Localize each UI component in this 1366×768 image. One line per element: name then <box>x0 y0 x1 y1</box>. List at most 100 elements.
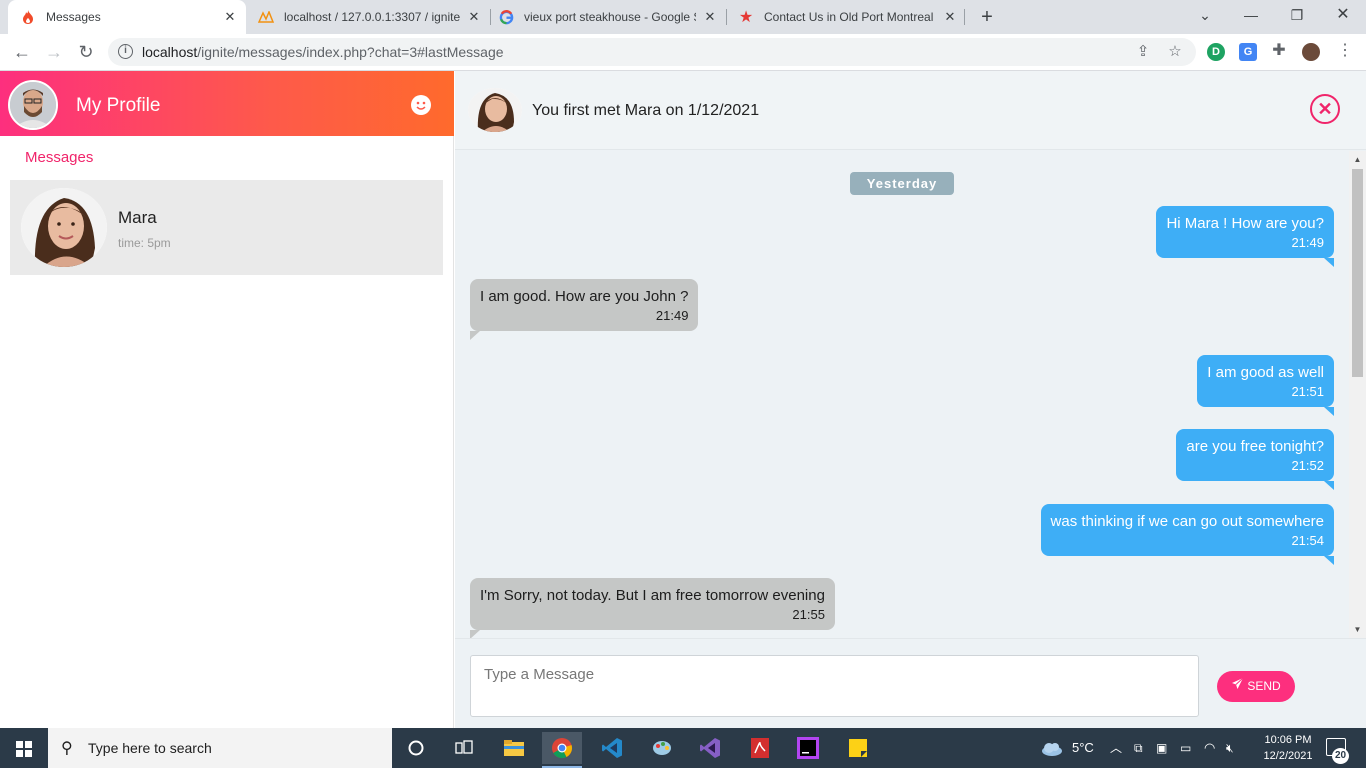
url-text[interactable]: localhost/ignite/messages/index.php?chat… <box>142 44 504 60</box>
show-hidden-icons-chevron-icon[interactable]: ︿ <box>1110 728 1122 768</box>
message-text: I am good as well <box>1207 364 1324 381</box>
tab-title: localhost / 127.0.0.1:3307 / ignite <box>284 10 460 24</box>
back-arrow-icon[interactable]: ← <box>10 40 34 64</box>
battery-icon[interactable]: ▭ <box>1180 728 1191 768</box>
minimize-button[interactable]: — <box>1228 0 1274 30</box>
user-avatar-icon[interactable] <box>1302 43 1320 61</box>
windows-logo-icon <box>16 741 32 757</box>
vscode-icon[interactable] <box>592 732 632 764</box>
chat-header: You first met Mara on 1/12/2021 ✕ <box>455 71 1366 150</box>
tab-search-chevron-icon[interactable]: ⌄ <box>1182 0 1228 30</box>
tab-title: vieux port steakhouse - Google S <box>524 10 696 24</box>
cortana-icon[interactable] <box>396 732 436 764</box>
profile-title[interactable]: My Profile <box>76 95 160 117</box>
google-icon <box>498 9 514 25</box>
chrome-icon[interactable] <box>542 732 582 764</box>
extensions-puzzle-icon[interactable]: ✚ <box>1270 42 1288 60</box>
wifi-icon[interactable]: ◠ <box>1204 728 1215 768</box>
tab-google-search[interactable]: vieux port steakhouse - Google S ✕ <box>486 0 726 34</box>
paint-icon[interactable] <box>642 732 682 764</box>
maximize-button[interactable]: ❐ <box>1274 0 1320 30</box>
forward-arrow-icon[interactable]: → <box>42 40 66 64</box>
task-view-icon[interactable] <box>444 732 484 764</box>
chat-contact-avatar <box>468 88 522 132</box>
extension-d-icon[interactable]: D <box>1207 43 1225 61</box>
message-time: 21:49 <box>655 308 689 323</box>
message-text: are you free tonight? <box>1186 438 1324 455</box>
site-info-icon[interactable]: i <box>118 44 133 59</box>
sidebar: My Profile Messages Mara time: 5pm <box>0 71 454 728</box>
windows-taskbar: ⚲ Type here to search 5°C ︿ ⧉ ▣ ▭ ◠ 🔇︎ 1… <box>0 728 1366 768</box>
tab-title: Contact Us in Old Port Montreal <box>764 10 934 24</box>
scrollbar-thumb[interactable] <box>1352 169 1363 377</box>
outgoing-message: I am good as well 21:51 <box>1197 355 1334 416</box>
avatar[interactable] <box>8 80 58 130</box>
file-explorer-icon[interactable] <box>494 732 534 764</box>
google-translate-icon[interactable]: G <box>1239 43 1257 61</box>
sticky-notes-icon[interactable] <box>838 732 878 764</box>
send-button[interactable]: SEND <box>1217 671 1295 702</box>
paper-plane-icon <box>1231 671 1244 702</box>
share-icon[interactable]: ⇪ <box>1134 43 1152 61</box>
more-menu-icon[interactable]: ⋮ <box>1336 42 1354 60</box>
outgoing-message: was thinking if we can go out somewhere … <box>1040 504 1335 565</box>
message-time: 21:52 <box>1291 458 1324 473</box>
phpmyadmin-icon <box>258 9 274 25</box>
phpstorm-icon[interactable] <box>788 732 828 764</box>
close-chat-icon[interactable]: ✕ <box>1310 94 1340 124</box>
close-tab-icon[interactable]: ✕ <box>942 9 958 25</box>
chat-panel: You first met Mara on 1/12/2021 ✕ Yester… <box>455 71 1366 728</box>
close-tab-icon[interactable]: ✕ <box>466 9 482 25</box>
contact-name: Mara <box>118 208 157 227</box>
address-bar[interactable]: i localhost/ignite/messages/index.php?ch… <box>108 38 1196 66</box>
message-text: Hi Mara ! How are you? <box>1166 215 1324 232</box>
tab-messages[interactable]: Messages ✕ <box>8 0 246 34</box>
weather-icon[interactable] <box>1040 728 1064 768</box>
send-label: SEND <box>1247 679 1281 693</box>
acrobat-icon[interactable] <box>740 732 780 764</box>
weather-temperature[interactable]: 5°C <box>1072 728 1094 768</box>
star-icon: ★ <box>738 9 754 26</box>
scroll-up-arrow-icon[interactable]: ▲ <box>1349 151 1366 168</box>
incoming-message: I am good. How are you John ? 21:49 <box>470 279 699 340</box>
outgoing-message: are you free tonight? 21:52 <box>1176 429 1334 490</box>
taskbar-search[interactable]: ⚲ Type here to search <box>48 728 392 768</box>
taskbar-search-placeholder: Type here to search <box>88 740 212 756</box>
message-text: I am good. How are you John ? <box>480 288 689 305</box>
contact-list-item[interactable]: Mara time: 5pm <box>10 180 443 275</box>
outgoing-message: Hi Mara ! How are you? 21:49 <box>1156 206 1334 267</box>
message-text: I'm Sorry, not today. But I am free tomo… <box>480 587 825 604</box>
message-input[interactable] <box>470 655 1199 717</box>
tab-phpmyadmin[interactable]: localhost / 127.0.0.1:3307 / ignite ✕ <box>246 0 490 34</box>
close-tab-icon[interactable]: ✕ <box>702 9 718 25</box>
volume-muted-icon[interactable]: 🔇︎ <box>1226 728 1234 768</box>
profile-header: My Profile <box>0 71 454 136</box>
tab-contact-us[interactable]: ★ Contact Us in Old Port Montreal ✕ <box>726 0 966 34</box>
clock-date: 12/2/2021 <box>1263 750 1313 762</box>
bookmark-star-icon[interactable]: ☆ <box>1166 43 1184 61</box>
chat-header-text: You first met Mara on 1/12/2021 <box>532 102 760 119</box>
taskbar-clock[interactable]: 10:06 PM 12/2/2021 <box>1256 732 1320 764</box>
close-tab-icon[interactable]: ✕ <box>222 9 238 25</box>
reload-icon[interactable]: ↻ <box>74 40 98 64</box>
smile-icon[interactable] <box>411 95 431 115</box>
start-button[interactable] <box>0 728 48 768</box>
incoming-message: I'm Sorry, not today. But I am free tomo… <box>470 578 835 638</box>
notification-count-badge: 20 <box>1332 748 1349 764</box>
new-tab-button[interactable]: + <box>976 6 998 28</box>
message-time: 21:51 <box>1291 384 1324 399</box>
message-time: 21:54 <box>1291 533 1324 548</box>
browser-tab-strip: Messages ✕ localhost / 127.0.0.1:3307 / … <box>0 0 1366 34</box>
date-badge: Yesterday <box>850 172 954 195</box>
message-scrollbar[interactable]: ▲ ▼ <box>1349 151 1366 638</box>
scroll-down-arrow-icon[interactable]: ▼ <box>1349 621 1366 638</box>
url-path: /ignite/messages/index.php?chat=3#lastMe… <box>197 44 504 60</box>
message-list[interactable]: Yesterday Hi Mara ! How are you? 21:49 I… <box>455 151 1351 638</box>
visual-studio-icon[interactable] <box>690 732 730 764</box>
browser-toolbar: ← → ↻ i localhost/ignite/messages/index.… <box>0 34 1366 71</box>
meet-now-icon[interactable]: ⧉ <box>1134 728 1143 768</box>
message-composer: SEND <box>455 638 1366 728</box>
device-icon[interactable]: ▣ <box>1156 728 1167 768</box>
contact-time: time: 5pm <box>118 236 171 250</box>
window-close-button[interactable]: ✕ <box>1320 0 1366 30</box>
